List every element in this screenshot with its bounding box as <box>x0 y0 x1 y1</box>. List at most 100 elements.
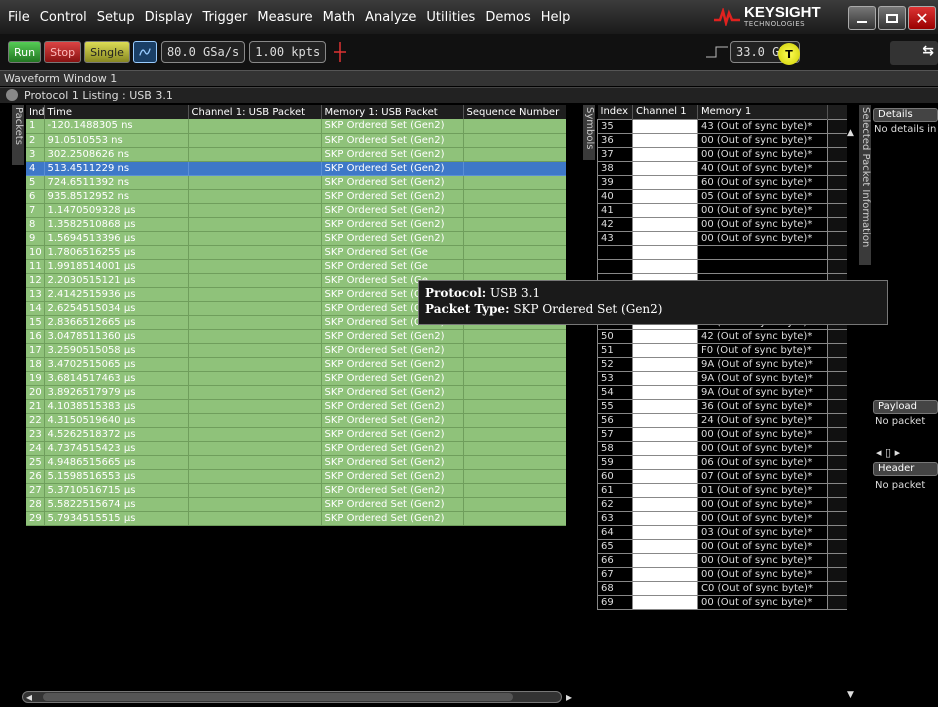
payload-nav-icon[interactable]: ◂ ▯ ▸ <box>876 446 900 459</box>
symbols-scrollbar-cell[interactable] <box>827 328 847 344</box>
menu-control[interactable]: Control <box>35 10 92 25</box>
symbol-row[interactable]: 59 06 (Out of sync byte)* <box>597 454 847 470</box>
symbols-column-header[interactable]: Memory 1 <box>697 105 828 119</box>
trigger-badge[interactable]: T <box>778 43 800 65</box>
details-header[interactable]: Details <box>873 108 938 122</box>
symbols-scrollbar-cell[interactable] <box>827 160 847 176</box>
selected-packet-info-tab[interactable]: Selected Packet Information <box>859 105 871 265</box>
packets-column-header[interactable]: Index <box>26 105 45 119</box>
header-header[interactable]: Header <box>873 462 938 476</box>
symbols-scrollbar-cell[interactable] <box>827 258 847 274</box>
menu-trigger[interactable]: Trigger <box>198 10 253 25</box>
symbols-scrollbar-cell[interactable] <box>827 132 847 148</box>
symbol-row[interactable]: 42 00 (Out of sync byte)* <box>597 216 847 232</box>
symbols-scrollbar-cell[interactable] <box>827 482 847 498</box>
table-row[interactable]: 27 5.3710516715 µs SKP Ordered Set (Gen2) <box>26 483 566 498</box>
table-row[interactable]: 16 3.0478511360 µs SKP Ordered Set (Gen2) <box>26 329 566 344</box>
menu-math[interactable]: Math <box>318 10 361 25</box>
symbols-scrollbar-cell[interactable] <box>827 412 847 428</box>
symbol-row[interactable]: 38 40 (Out of sync byte)* <box>597 160 847 176</box>
table-row[interactable]: 10 1.7806516255 µs SKP Ordered Set (Ge <box>26 245 566 260</box>
autoscale-button[interactable] <box>132 41 157 63</box>
symbols-scrollbar-cell[interactable] <box>827 440 847 456</box>
symbol-row[interactable]: 69 00 (Out of sync byte)* <box>597 594 847 610</box>
single-button[interactable]: Single <box>84 41 130 63</box>
table-row[interactable]: 3 302.2508626 ns SKP Ordered Set (Gen2) <box>26 147 566 162</box>
table-row[interactable]: 4 513.4511229 ns SKP Ordered Set (Gen2) <box>26 161 566 176</box>
scroll-up-icon[interactable]: ▲ <box>847 128 854 138</box>
maximize-button[interactable] <box>878 6 906 30</box>
run-button[interactable]: Run <box>8 41 42 63</box>
sample-rate-field[interactable]: 80.0 GSa/s <box>160 41 246 63</box>
symbol-row[interactable] <box>597 258 847 274</box>
symbols-scrollbar-cell[interactable] <box>827 426 847 442</box>
packets-column-header[interactable]: Channel 1: USB Packet <box>188 105 322 119</box>
symbols-scrollbar-cell[interactable] <box>827 356 847 372</box>
symbols-scrollbar-cell[interactable] <box>827 496 847 512</box>
symbols-scrollbar-cell[interactable] <box>827 468 847 484</box>
table-row[interactable]: 28 5.5822515674 µs SKP Ordered Set (Gen2) <box>26 497 566 512</box>
table-row[interactable]: 9 1.5694513396 µs SKP Ordered Set (Gen2) <box>26 231 566 246</box>
symbols-scrollbar-cell[interactable] <box>827 594 847 610</box>
table-row[interactable]: 1 -120.1488305 ns SKP Ordered Set (Gen2) <box>26 119 566 134</box>
symbols-scrollbar-cell[interactable] <box>827 384 847 400</box>
menu-analyze[interactable]: Analyze <box>360 10 421 25</box>
symbols-scrollbar-cell[interactable] <box>827 510 847 526</box>
symbols-scrollbar-cell[interactable] <box>827 230 847 246</box>
scroll-down-icon[interactable]: ▼ <box>847 690 854 700</box>
symbol-row[interactable]: 50 42 (Out of sync byte)* <box>597 328 847 344</box>
symbol-row[interactable]: 68 C0 (Out of sync byte)* <box>597 580 847 596</box>
packets-horizontal-scrollbar[interactable] <box>22 691 562 703</box>
table-row[interactable]: 18 3.4702515065 µs SKP Ordered Set (Gen2) <box>26 357 566 372</box>
symbol-row[interactable]: 53 9A (Out of sync byte)* <box>597 370 847 386</box>
symbols-scrollbar-cell[interactable] <box>827 398 847 414</box>
minimize-button[interactable] <box>848 6 876 30</box>
symbol-row[interactable]: 57 00 (Out of sync byte)* <box>597 426 847 442</box>
symbols-scrollbar-cell[interactable] <box>827 580 847 596</box>
menu-measure[interactable]: Measure <box>252 10 317 25</box>
table-row[interactable]: 11 1.9918514001 µs SKP Ordered Set (Ge <box>26 259 566 274</box>
packets-column-header[interactable]: Sequence Number <box>463 105 566 119</box>
symbols-scrollbar-cell[interactable] <box>827 202 847 218</box>
table-row[interactable]: 2 91.0510553 ns SKP Ordered Set (Gen2) <box>26 133 566 148</box>
symbols-scrollbar-cell[interactable] <box>827 146 847 162</box>
table-row[interactable]: 8 1.3582510868 µs SKP Ordered Set (Gen2) <box>26 217 566 232</box>
symbols-column-header[interactable]: Channel 1 <box>632 105 698 119</box>
symbol-row[interactable]: 65 00 (Out of sync byte)* <box>597 538 847 554</box>
symbol-row[interactable]: 58 00 (Out of sync byte)* <box>597 440 847 456</box>
symbols-column-header[interactable]: Index <box>597 105 633 119</box>
menu-demos[interactable]: Demos <box>480 10 535 25</box>
symbol-row[interactable]: 40 05 (Out of sync byte)* <box>597 188 847 204</box>
table-row[interactable]: 23 4.5262518372 µs SKP Ordered Set (Gen2) <box>26 427 566 442</box>
symbols-tab[interactable]: Symbols <box>583 105 595 160</box>
close-button[interactable]: ✕ <box>908 6 936 30</box>
table-row[interactable]: 24 4.7374515423 µs SKP Ordered Set (Gen2) <box>26 441 566 456</box>
symbols-scrollbar-cell[interactable] <box>827 552 847 568</box>
memory-depth-field[interactable]: 1.00 kpts <box>249 41 327 63</box>
symbols-scrollbar-cell[interactable] <box>827 174 847 190</box>
table-row[interactable]: 22 4.3150519640 µs SKP Ordered Set (Gen2) <box>26 413 566 428</box>
packets-column-header[interactable]: Time <box>44 105 189 119</box>
symbols-scrollbar-cell[interactable] <box>827 342 847 358</box>
symbol-row[interactable]: 36 00 (Out of sync byte)* <box>597 132 847 148</box>
symbol-row[interactable]: 37 00 (Out of sync byte)* <box>597 146 847 162</box>
symbols-scrollbar-cell[interactable] <box>827 216 847 232</box>
menu-display[interactable]: Display <box>140 10 198 25</box>
table-row[interactable]: 19 3.6814517463 µs SKP Ordered Set (Gen2) <box>26 371 566 386</box>
symbol-row[interactable]: 67 00 (Out of sync byte)* <box>597 566 847 582</box>
symbol-row[interactable]: 64 03 (Out of sync byte)* <box>597 524 847 540</box>
symbol-row[interactable]: 62 00 (Out of sync byte)* <box>597 496 847 512</box>
menu-setup[interactable]: Setup <box>92 10 140 25</box>
table-row[interactable]: 5 724.6511392 ns SKP Ordered Set (Gen2) <box>26 175 566 190</box>
symbols-scrollbar-cell[interactable] <box>827 538 847 554</box>
symbol-row[interactable]: 39 60 (Out of sync byte)* <box>597 174 847 190</box>
packets-tab[interactable]: Packets <box>12 105 24 165</box>
symbols-scrollbar-cell[interactable] <box>827 370 847 386</box>
symbols-scrollbar-cell[interactable] <box>827 188 847 204</box>
table-row[interactable]: 21 4.1038515383 µs SKP Ordered Set (Gen2) <box>26 399 566 414</box>
symbol-row[interactable]: 60 07 (Out of sync byte)* <box>597 468 847 484</box>
table-row[interactable]: 20 3.8926517979 µs SKP Ordered Set (Gen2) <box>26 385 566 400</box>
table-row[interactable]: 6 935.8512952 ns SKP Ordered Set (Gen2) <box>26 189 566 204</box>
symbol-row[interactable]: 51 F0 (Out of sync byte)* <box>597 342 847 358</box>
symbol-row[interactable]: 54 9A (Out of sync byte)* <box>597 384 847 400</box>
